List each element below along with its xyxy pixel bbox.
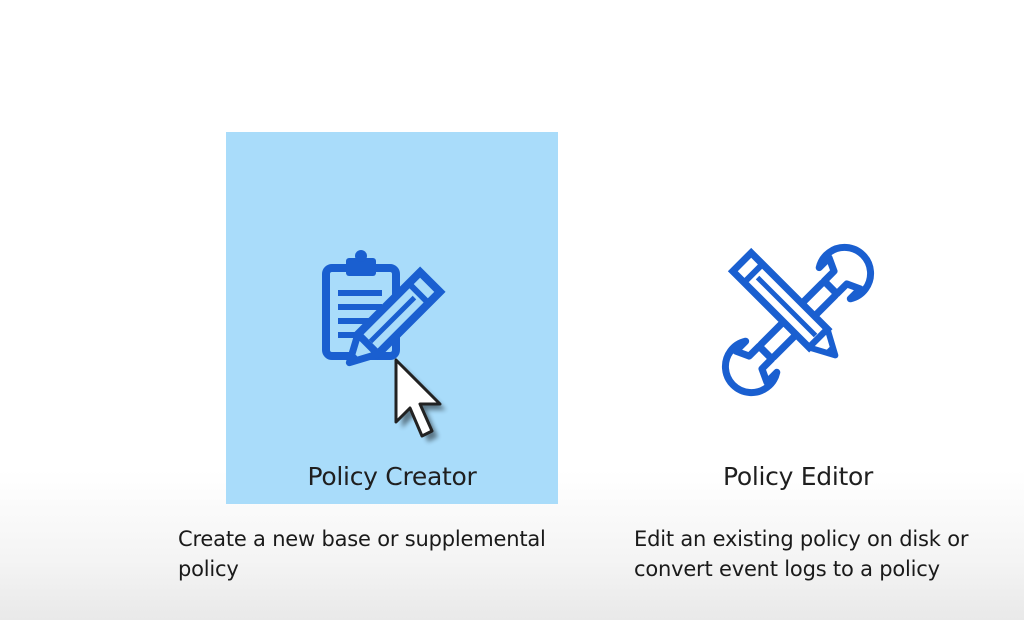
policy-editor-label: Policy Editor [723,462,873,491]
clipboard-pencil-icon [312,240,472,400]
policy-creator-label: Policy Creator [307,462,477,491]
policy-editor-description: Edit an existing policy on disk or conve… [634,527,969,581]
policy-creator-description: Create a new base or supplemental policy [178,527,546,581]
pencil-wrench-icon [718,240,878,400]
policy-creator-tile[interactable]: Policy Creator [226,132,558,504]
policy-editor-tile[interactable]: Policy Editor [632,132,964,504]
